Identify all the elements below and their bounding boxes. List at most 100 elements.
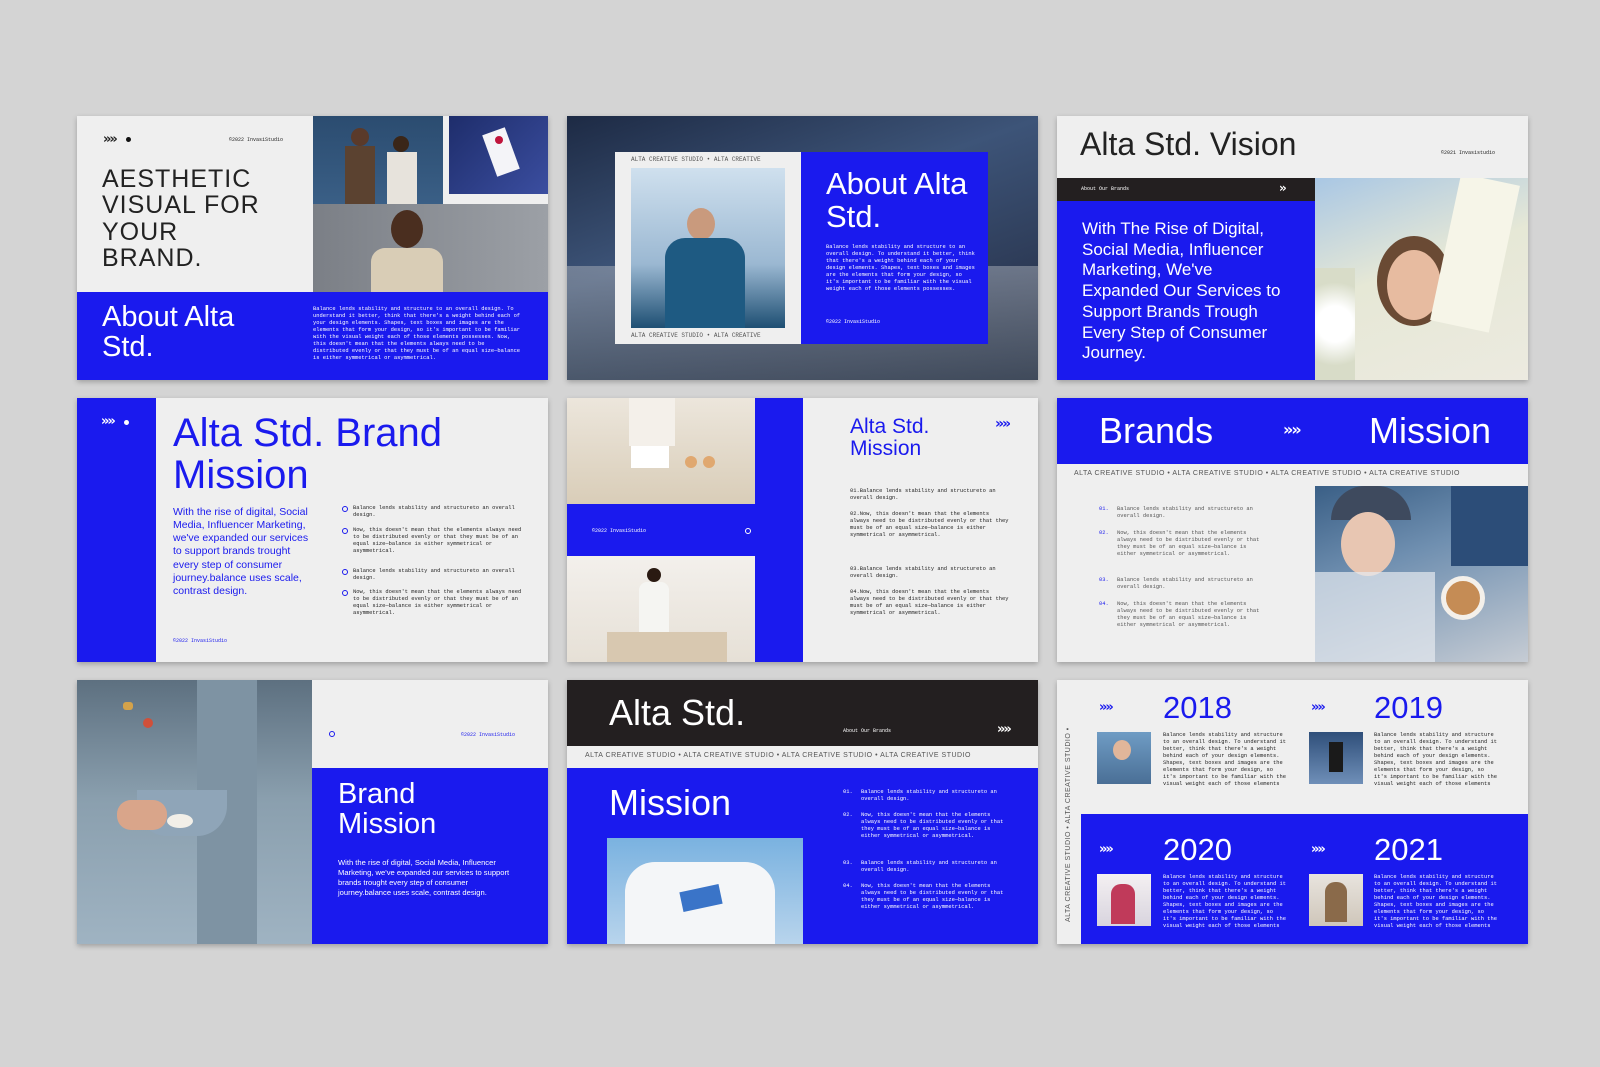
bullet-1: Balance lends stability and structureto … — [353, 505, 515, 519]
slide-brand-mission-photo[interactable]: ©2022 InvasiStudio Brand Mission With th… — [77, 680, 548, 944]
ring-icon — [342, 528, 348, 534]
item-text-3: Balance lends stability and structureto … — [1117, 577, 1253, 591]
ring-icon — [342, 506, 348, 512]
photo-man-sunglasses — [631, 168, 785, 328]
copyright: ©2022 InvasiStudio — [173, 638, 228, 644]
double-chevron-icon: »» — [995, 416, 1011, 432]
text-2021: Balance lends stability and structure to… — [1374, 874, 1497, 930]
frame-label-bottom: ALTA CREATIVE STUDIO • ALTA CREATIVE — [631, 332, 761, 339]
body-text: Balance lends stability and structure to… — [826, 244, 975, 293]
double-chevron-icon: »» — [997, 722, 1012, 737]
ring-icon — [745, 528, 751, 534]
slide-brands-mission[interactable]: Brands »» Mission ALTA CREATIVE STUDIO •… — [1057, 398, 1528, 662]
slide-title: About Alta Std. — [102, 301, 235, 364]
photo-2021 — [1309, 874, 1363, 926]
item-text-4: Now, this doesn't mean that the elements… — [1117, 601, 1260, 629]
slide-title: Alta Std. — [609, 692, 746, 733]
year-2020: 2020 — [1163, 832, 1232, 867]
text-2019: Balance lends stability and structure to… — [1374, 732, 1497, 788]
slide-about-photo-frame[interactable]: ALTA CREATIVE STUDIO • ALTA CREATIVE ALT… — [567, 116, 1038, 380]
slide-timeline[interactable]: ALTA CREATIVE STUDIO • ALTA CREATIVE STU… — [1057, 680, 1528, 944]
ring-icon — [342, 569, 348, 575]
item-text-1: Balance lends stability and structureto … — [1117, 506, 1253, 520]
photo-hoodie — [607, 838, 803, 944]
double-chevron-icon: »» — [1283, 420, 1302, 439]
bar-label: About Our Brands — [843, 728, 892, 734]
double-chevron-icon: »» — [1311, 700, 1326, 715]
item-num-3: 03. — [1099, 577, 1109, 583]
header-right: Mission — [1369, 410, 1492, 451]
copyright: ©2021 Invasistudio — [1441, 150, 1496, 156]
body-text: With the rise of digital, Social Media, … — [338, 858, 510, 897]
bullet-3: Balance lends stability and structureto … — [353, 568, 515, 582]
dot-icon — [124, 420, 129, 425]
double-chevron-icon: »» — [1099, 700, 1114, 715]
headline: AESTHETIC VISUAL FOR YOUR BRAND. — [102, 165, 260, 272]
item-num-3: 03. — [843, 860, 853, 866]
photo-2019 — [1309, 732, 1363, 784]
frame-label-top: ALTA CREATIVE STUDIO • ALTA CREATIVE — [631, 156, 761, 163]
vision-text: With The Rise of Digital, Social Media, … — [1082, 219, 1281, 363]
item-num-2: 02. — [843, 812, 853, 818]
slide-title: Brand Mission — [338, 778, 437, 841]
vertical-studio-label: ALTA CREATIVE STUDIO • ALTA CREATIVE STU… — [1065, 727, 1072, 922]
slide-title: Alta Std. Vision — [1080, 126, 1297, 162]
slide-title: About Alta Std. — [826, 166, 968, 234]
double-chevron-icon: »» — [101, 414, 116, 429]
copyright: ©2022 InvasiStudio — [461, 732, 516, 738]
slide-alta-mission-dark[interactable]: Alta Std. About Our Brands »» ALTA CREAT… — [567, 680, 1038, 944]
copyright: ©2022 InvasiStudio — [229, 137, 284, 143]
blue-sidebar — [77, 398, 156, 662]
year-2019: 2019 — [1374, 690, 1443, 725]
photo-rose — [449, 116, 548, 194]
item-4: 04.Now, this doesn't mean that the eleme… — [850, 589, 1009, 617]
photo-packing — [567, 398, 755, 504]
photo-photographers — [313, 116, 443, 204]
bullet-2: Now, this doesn't mean that the elements… — [353, 527, 522, 555]
year-2021: 2021 — [1374, 832, 1443, 867]
copyright: ©2022 InvasiStudio — [826, 319, 881, 325]
slide-about-aesthetic[interactable]: »» ©2022 InvasiStudio AESTHETIC VISUAL F… — [77, 116, 548, 380]
body-text: Balance lends stability and structure to… — [313, 306, 521, 362]
slide-brand-mission[interactable]: »» Alta Std. Brand Mission With the rise… — [77, 398, 548, 662]
item-text-3: Balance lends stability and structureto … — [861, 860, 997, 874]
photo-woman-tablet — [567, 556, 755, 662]
item-num-1: 01. — [843, 789, 853, 795]
slide-subtitle: Mission — [609, 782, 732, 823]
item-text-4: Now, this doesn't mean that the elements… — [861, 883, 1004, 911]
header-left: Brands — [1099, 410, 1214, 451]
copyright: ©2022 InvasiStudio — [592, 528, 647, 534]
bar-label: About Our Brands — [1081, 186, 1130, 192]
dot-icon — [126, 137, 131, 142]
photo-2018 — [1097, 732, 1151, 784]
item-num-4: 04. — [1099, 601, 1109, 607]
double-chevron-icon: »» — [1311, 842, 1326, 857]
photo-smiling-woman — [1315, 178, 1528, 380]
item-1: 01.Balance lends stability and structure… — [850, 488, 996, 502]
slide-vision[interactable]: Alta Std. Vision ©2021 Invasistudio Abou… — [1057, 116, 1528, 380]
intro-text: With the rise of digital, Social Media, … — [173, 506, 309, 597]
bullet-4: Now, this doesn't mean that the elements… — [353, 589, 522, 617]
double-chevron-icon: »» — [103, 132, 118, 147]
item-2: 02.Now, this doesn't mean that the eleme… — [850, 511, 1009, 539]
slide-title: Alta Std. Brand Mission — [173, 411, 443, 497]
slide-title: Alta Std. Mission — [850, 415, 930, 461]
studio-strip: ALTA CREATIVE STUDIO • ALTA CREATIVE STU… — [1074, 470, 1460, 477]
item-text-2: Now, this doesn't mean that the elements… — [861, 812, 1004, 840]
item-num-4: 04. — [843, 883, 853, 889]
studio-strip: ALTA CREATIVE STUDIO • ALTA CREATIVE STU… — [585, 752, 971, 759]
text-2020: Balance lends stability and structure to… — [1163, 874, 1286, 930]
photo-coat-cup — [77, 680, 312, 944]
item-3: 03.Balance lends stability and structure… — [850, 566, 996, 580]
photo-man-portrait — [313, 204, 548, 292]
slide-mission-list[interactable]: ©2022 InvasiStudio Alta Std. Mission »» … — [567, 398, 1038, 662]
item-text-1: Balance lends stability and structureto … — [861, 789, 997, 803]
item-num-1: 01. — [1099, 506, 1109, 512]
item-num-2: 02. — [1099, 530, 1109, 536]
photo-woman-coffee — [1315, 486, 1528, 662]
blue-column — [755, 398, 803, 662]
year-2018: 2018 — [1163, 690, 1232, 725]
ring-icon — [329, 731, 335, 737]
double-chevron-icon: »» — [1099, 842, 1114, 857]
photo-2020 — [1097, 874, 1151, 926]
